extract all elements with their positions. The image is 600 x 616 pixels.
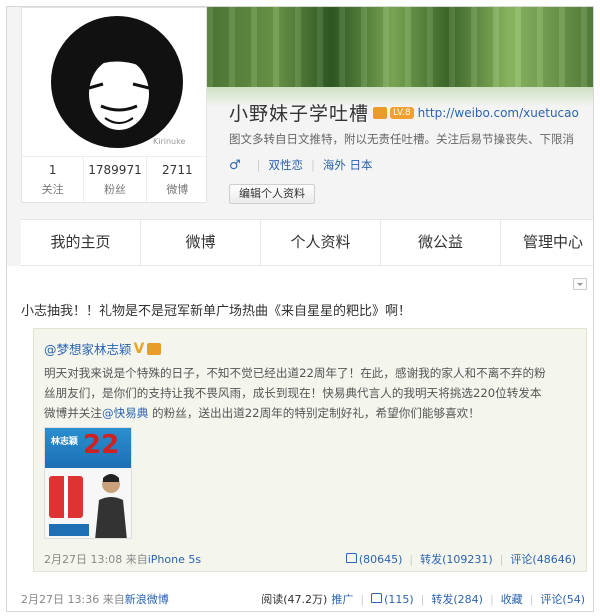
profile-bio: 图文多转自日文推特，附以无责任吐槽。关注后易节操丧失、下限消	[229, 132, 574, 146]
person-photo	[95, 474, 127, 538]
tab-weibo[interactable]: 微博	[141, 220, 261, 265]
repost-actions: (80645) | 转发(109231) | 评论(48646)	[345, 551, 576, 567]
profile-name-row: 小野妹子学吐槽 LV.8 http://weibo.com/xuetucao	[229, 99, 579, 126]
post-actions: 阅读(47.2万) 推广 | (115) | 转发(284) | 收藏 | 评论…	[261, 591, 585, 607]
member-badge-icon[interactable]	[147, 342, 162, 355]
tag-orientation[interactable]: 双性恋	[269, 157, 304, 173]
gift-box-icon	[49, 476, 83, 518]
repost-author-link[interactable]: @梦想家林志颖	[44, 339, 132, 358]
repost-like-button[interactable]: (80645)	[345, 552, 402, 566]
tab-my-home[interactable]: 我的主页	[21, 220, 141, 265]
stat-posts[interactable]: 2711 微博	[147, 157, 208, 204]
profile-url-link[interactable]: http://weibo.com/xuetucao	[418, 106, 579, 120]
repost-comment-button[interactable]: 评论(48646)	[510, 551, 576, 567]
tab-admin-center[interactable]: 管理中心	[501, 220, 593, 265]
tag-location[interactable]: 海外 日本	[323, 157, 373, 173]
level-badge[interactable]: LV.8	[390, 106, 414, 119]
repost-date[interactable]: 2月27日 13:08	[44, 553, 122, 566]
avatar-card: Kirinuke 1 关注 1789971 粉丝 2711 微博	[21, 7, 208, 204]
cover-image	[207, 7, 593, 87]
tab-charity[interactable]: 微公益	[381, 220, 501, 265]
post-date[interactable]: 2月27日 13:36	[21, 593, 99, 606]
profile-stats: 1 关注 1789971 粉丝 2711 微博	[22, 156, 208, 204]
repost-meta: 2月27日 13:08 来自iPhone 5s	[44, 553, 202, 566]
member-badge-icon[interactable]	[373, 106, 388, 119]
male-symbol-icon: ♂	[229, 157, 241, 173]
edit-profile-button[interactable]: 编辑个人资料	[229, 184, 315, 204]
post-text: 小志抽我！！礼物是不是冠军新单广场热曲《来自星星的粑比》啊！	[21, 304, 412, 319]
post-card: 小志抽我！！礼物是不是冠军新单广场热曲《来自星星的粑比》啊！ @梦想家林志颖 V…	[7, 266, 593, 611]
profile-tags: ♂ | 双性恋 | 海外 日本	[229, 157, 373, 173]
post-source[interactable]: 新浪微博	[125, 593, 169, 606]
avatar[interactable]: Kirinuke	[37, 10, 197, 150]
tab-profile-info[interactable]: 个人资料	[261, 220, 381, 265]
verified-v-icon[interactable]: V	[134, 341, 145, 357]
profile-nav: 我的主页 微博 个人资料 微公益 管理中心	[21, 219, 593, 266]
stat-following[interactable]: 1 关注	[22, 157, 85, 204]
stat-followers[interactable]: 1789971 粉丝	[84, 157, 147, 204]
repost-author-row: @梦想家林志颖 V	[44, 339, 162, 358]
chevron-down-icon[interactable]	[573, 278, 587, 290]
forward-button[interactable]: 转发(284)	[431, 591, 483, 607]
comment-button[interactable]: 评论(54)	[540, 591, 585, 607]
profile-name: 小野妹子学吐槽	[229, 103, 370, 125]
repost-forward-button[interactable]: 转发(109231)	[420, 551, 493, 567]
repost-image[interactable]: 林志颖 22	[44, 427, 132, 539]
weibo-window: Kirinuke 1 关注 1789971 粉丝 2711 微博 小野妹子学吐槽	[6, 6, 594, 612]
repost-source[interactable]: iPhone 5s	[148, 553, 201, 566]
like-button[interactable]: (115)	[371, 592, 414, 606]
repost-text: 明天对我来说是个特殊的日子，不知不觉已经出道22周年了！在此，感谢我的家人和不离…	[44, 366, 546, 420]
svg-text:Kirinuke: Kirinuke	[153, 137, 185, 146]
promote-button[interactable]: 推广	[331, 591, 353, 607]
favorite-button[interactable]: 收藏	[501, 591, 523, 607]
thumb-up-icon	[371, 592, 383, 603]
profile-cover: Kirinuke 1 关注 1789971 粉丝 2711 微博 小野妹子学吐槽	[7, 7, 593, 219]
post-meta: 2月27日 13:36 来自新浪微博	[21, 593, 169, 606]
reposted-card: @梦想家林志颖 V 明天对我来说是个特殊的日子，不知不觉已经出道22周年了！在此…	[33, 328, 587, 572]
mention-link[interactable]: @快易典	[102, 406, 148, 420]
read-count: 阅读(47.2万)	[261, 593, 328, 606]
thumb-up-icon	[345, 552, 357, 563]
